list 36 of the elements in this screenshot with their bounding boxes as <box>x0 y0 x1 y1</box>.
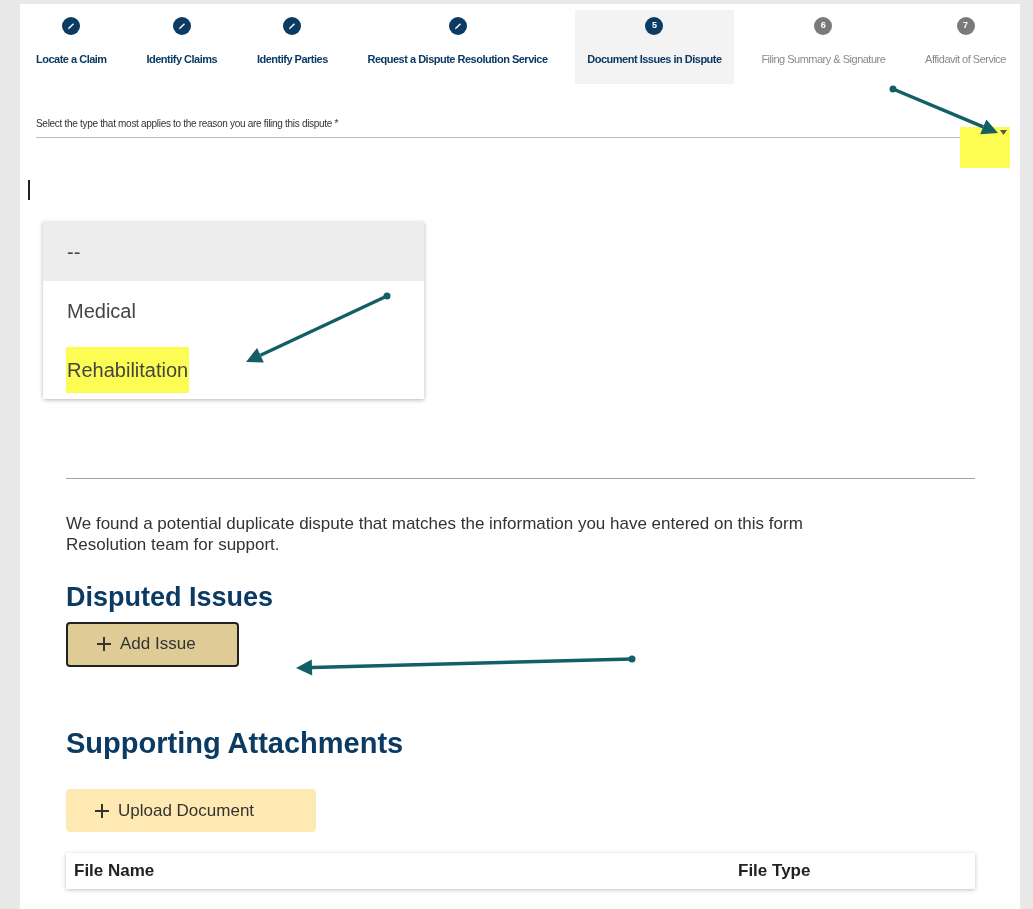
step-label: Locate a Claim <box>36 52 107 67</box>
step-number: 6 <box>814 17 833 35</box>
upload-document-button[interactable]: Upload Document <box>66 789 316 832</box>
step-number: 7 <box>956 17 975 35</box>
section-heading: Supporting Attachments <box>66 725 405 761</box>
column-header: File Name <box>73 860 156 883</box>
section-heading: Disputed Issues <box>66 581 275 614</box>
option-label: Rehabilitation <box>66 346 190 393</box>
step-label: Filing Summary & Signature <box>761 52 886 67</box>
column-header: File Type <box>738 860 811 883</box>
plus-icon <box>94 802 110 819</box>
step-tab[interactable]: Identify Parties <box>244 10 340 84</box>
dropdown-option[interactable]: Medical <box>43 281 424 340</box>
add-issue-button[interactable]: Add Issue <box>66 621 239 667</box>
step-label: Document Issues in Dispute <box>587 52 722 67</box>
caret-icon <box>1000 130 1007 135</box>
plus-icon <box>96 636 112 652</box>
step-label: Request a Dispute Resolution Service <box>367 52 548 67</box>
step-tab[interactable]: 6 Filing Summary & Signature <box>749 10 898 84</box>
step-number: 5 <box>645 17 664 35</box>
option-label: -- <box>66 239 82 265</box>
step-tab[interactable]: Request a Dispute Resolution Service <box>355 10 560 84</box>
step-tab[interactable]: Identify Claims <box>134 10 230 84</box>
dropdown-option[interactable]: Rehabilitation <box>43 340 424 399</box>
step-label: Identify Parties <box>256 52 328 67</box>
text-cursor <box>28 180 30 200</box>
dropdown-option[interactable]: -- <box>43 222 424 281</box>
select-label: Select the type that most applies to the reason you are filing this dispute * <box>36 117 339 131</box>
step-label: Identify Claims <box>146 52 218 67</box>
step-tab[interactable]: Locate a Claim <box>24 10 119 84</box>
step-tab[interactable]: 5 Document Issues in Dispute <box>575 10 734 84</box>
step-label: Affidavit of Service <box>925 52 1006 67</box>
duplicate-notice: We found a potential duplicate dispute that matches the information you have entered on this form Resolution team for support. <box>66 513 804 555</box>
step-tab[interactable]: 7 Affidavit of Service <box>913 10 1018 84</box>
highlight-marker <box>960 127 1010 168</box>
option-label: Medical <box>66 298 137 324</box>
